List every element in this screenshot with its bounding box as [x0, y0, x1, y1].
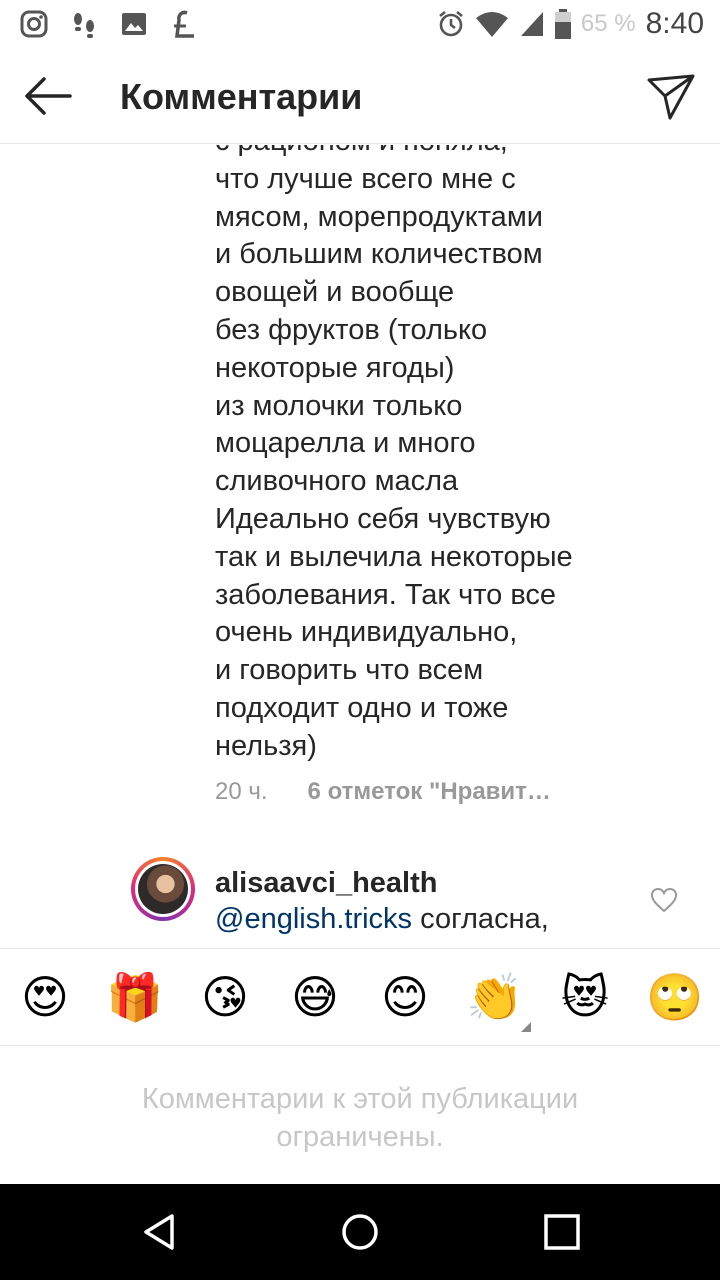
- nav-recents-icon[interactable]: [542, 1212, 582, 1252]
- comment-line: и говорить что всем: [215, 654, 484, 687]
- image-icon: [122, 13, 146, 35]
- clapping-emoji[interactable]: 👏: [465, 969, 525, 1025]
- heart-eyes-emoji[interactable]: 😍: [15, 969, 75, 1025]
- comment-line: с рационом и поняла,: [215, 145, 685, 161]
- nav-back-icon[interactable]: [140, 1212, 180, 1252]
- comment-line: подходит одно и тоже: [215, 691, 509, 724]
- comment-line: нельзя): [215, 729, 317, 762]
- clock: 8:40: [645, 7, 704, 40]
- emoji-more-indicator: [521, 1022, 531, 1032]
- signal-icon: [520, 12, 543, 36]
- comments-restricted-notice: Комментарии к этой публикации ограничены…: [0, 1080, 720, 1156]
- instagram-icon: [20, 10, 48, 38]
- comment-line: очень индивидуально,: [215, 616, 518, 649]
- comment-line: так и вылечила некоторые: [215, 540, 573, 573]
- comment-line: мясом, морепродуктами: [215, 200, 543, 233]
- emoji-quick-bar: 😍 🎁 😘 😅 😊 👏 😻 🙄: [0, 948, 720, 1046]
- comment-line: заболевания. Так что все: [215, 578, 557, 611]
- gift-emoji[interactable]: 🎁: [105, 969, 165, 1025]
- comments-list[interactable]: с рационом и поняла,что лучше всего мне …: [0, 145, 720, 948]
- avatar[interactable]: [131, 857, 195, 921]
- comment-line: что лучше всего мне с: [215, 162, 516, 195]
- lira-icon: [174, 10, 194, 38]
- system-nav-bar: [0, 1184, 720, 1280]
- alarm-icon: [439, 10, 463, 37]
- comment-meta: 20 ч. 6 отметок "Нравит…: [215, 778, 551, 806]
- status-bar-notifications: [20, 9, 198, 39]
- back-arrow-icon[interactable]: [22, 72, 74, 120]
- page-title: Комментарии: [120, 76, 363, 117]
- nav-home-icon[interactable]: [340, 1212, 380, 1252]
- comment-line: сливочного масла: [215, 465, 459, 498]
- battery-percent: 65 %: [580, 10, 636, 37]
- mention-link[interactable]: @english.tricks: [215, 903, 412, 935]
- steps-icon: [74, 13, 94, 38]
- status-bar-system: 65 % 8:40: [437, 7, 704, 41]
- comment-line: и большим количеством: [215, 238, 543, 271]
- eye-roll-emoji[interactable]: 🙄: [645, 969, 705, 1025]
- sweat-smile-emoji[interactable]: 😅: [285, 969, 345, 1025]
- status-bar: 65 % 8:40: [0, 0, 720, 48]
- comment-text: @english.tricks согласна,: [215, 903, 549, 936]
- comment-line: из молочки только: [215, 389, 463, 422]
- restricted-line-2: ограничены.: [276, 1121, 444, 1153]
- battery-icon: [554, 9, 571, 39]
- comment-line: овощей и вообще: [215, 276, 455, 309]
- kiss-wink-emoji[interactable]: 😘: [195, 969, 255, 1025]
- comment-line: некоторые ягоды): [215, 351, 455, 384]
- comment-line: Идеально себя чувствую: [215, 502, 551, 535]
- comment-time: 20 ч.: [215, 778, 268, 805]
- app-bar: Комментарии: [0, 48, 720, 144]
- comment-line: моцарелла и много: [215, 427, 476, 460]
- heart-eyes-cat-emoji[interactable]: 😻: [555, 969, 615, 1025]
- comment-body: с рационом и поняла,что лучше всего мне …: [215, 145, 685, 766]
- avatar-photo: [138, 864, 188, 914]
- like-heart-icon[interactable]: [650, 887, 678, 913]
- restricted-line-1: Комментарии к этой публикации: [141, 1083, 579, 1115]
- comment-username[interactable]: alisaavci_health: [215, 867, 437, 900]
- smiling-emoji[interactable]: 😊: [375, 969, 435, 1025]
- comment-line: без фруктов (только: [215, 313, 488, 346]
- comment-text-body: согласна,: [412, 903, 549, 935]
- wifi-icon: [475, 12, 508, 37]
- direct-send-icon[interactable]: [646, 72, 696, 122]
- comment-likes-link[interactable]: 6 отметок "Нравит…: [308, 778, 551, 806]
